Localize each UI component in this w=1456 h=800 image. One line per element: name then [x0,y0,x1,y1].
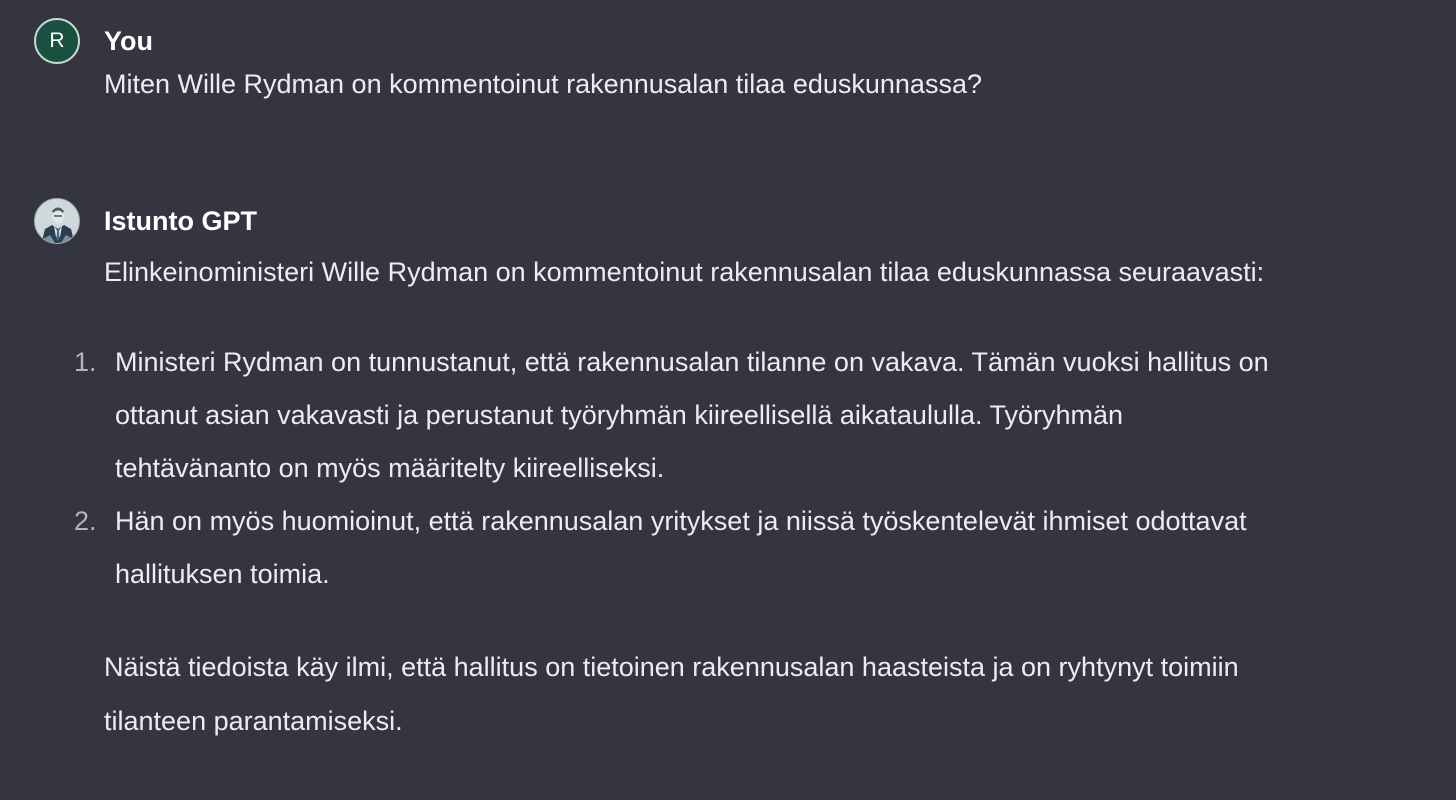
list-item-line: tehtävänanto on myös määritelty kiireell… [115,453,665,483]
user-sender-name: You [104,26,153,56]
list-item-line: Hän on myös huomioinut, että rakennusala… [115,506,1247,536]
assistant-sender-name: Istunto GPT [104,206,257,236]
chat-conversation: R You Miten Wille Rydman on kommentoinut… [0,0,1456,800]
closing-line: Näistä tiedoista käy ilmi, että hallitus… [104,652,1239,682]
list-item-line: Ministeri Rydman on tunnustanut, että ra… [115,347,1269,377]
list-item-number: 1. [74,347,97,377]
assistant-intro-text: Elinkeinoministeri Wille Rydman on komme… [104,257,1265,287]
user-message-text: Miten Wille Rydman on kommentoinut raken… [104,69,982,99]
assistant-closing-paragraph: Näistä tiedoista käy ilmi, että hallitus… [104,640,1239,748]
closing-line: tilanteen parantamiseksi. [104,706,403,736]
list-item: 2. Hän on myös huomioinut, että rakennus… [74,495,1269,601]
list-item: 1. Ministeri Rydman on tunnustanut, että… [74,336,1269,495]
list-item-line: ottanut asian vakavasti ja perustanut ty… [115,400,1124,430]
assistant-numbered-list: 1. Ministeri Rydman on tunnustanut, että… [74,336,1269,601]
istunto-gpt-avatar-icon [34,198,80,244]
list-item-line: hallituksen toimia. [115,559,330,589]
list-item-number: 2. [74,506,97,536]
robot-figure-icon [35,199,79,243]
user-avatar: R [34,18,80,64]
